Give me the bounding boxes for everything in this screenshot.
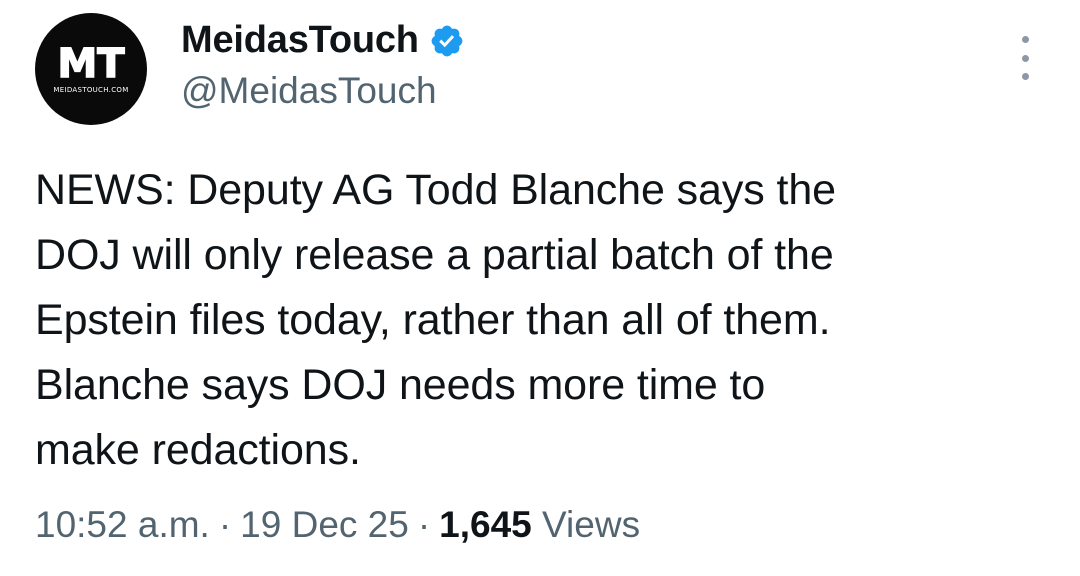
author-handle[interactable]: @MeidasTouch [181,70,465,112]
meidastouch-logo-icon: MT [57,40,126,85]
more-vertical-icon [1021,36,1029,43]
avatar-logo-text: MT [57,41,125,85]
tweet-text: NEWS: Deputy AG Todd Blanche says the DO… [35,166,836,474]
more-vertical-icon-dot [1021,54,1029,62]
verified-badge-icon [431,25,463,57]
more-options-button[interactable] [1010,36,1040,80]
tweet-card: MT MEIDASTOUCH.COM MeidasTouch @MeidasTo… [0,0,1080,576]
views-count: 1,645 [439,504,532,545]
avatar-sub-text: MEIDASTOUCH.COM [53,85,129,94]
tweet-time[interactable]: 10:52 a.m. [35,504,210,545]
meta-separator: · [218,504,232,545]
more-vertical-icon-dot [1021,73,1029,80]
tweet-date[interactable]: 19 Dec 25 [240,504,409,545]
views-label: Views [542,504,641,545]
name-row: MeidasTouch [181,16,465,64]
avatar[interactable]: MT MEIDASTOUCH.COM [35,13,147,125]
tweet-meta: 10:52 a.m. · 19 Dec 25 · 1,645 Views [35,504,640,546]
meta-separator: · [417,504,431,545]
author-header: MeidasTouch @MeidasTouch [181,16,465,112]
display-name[interactable]: MeidasTouch [181,19,419,62]
